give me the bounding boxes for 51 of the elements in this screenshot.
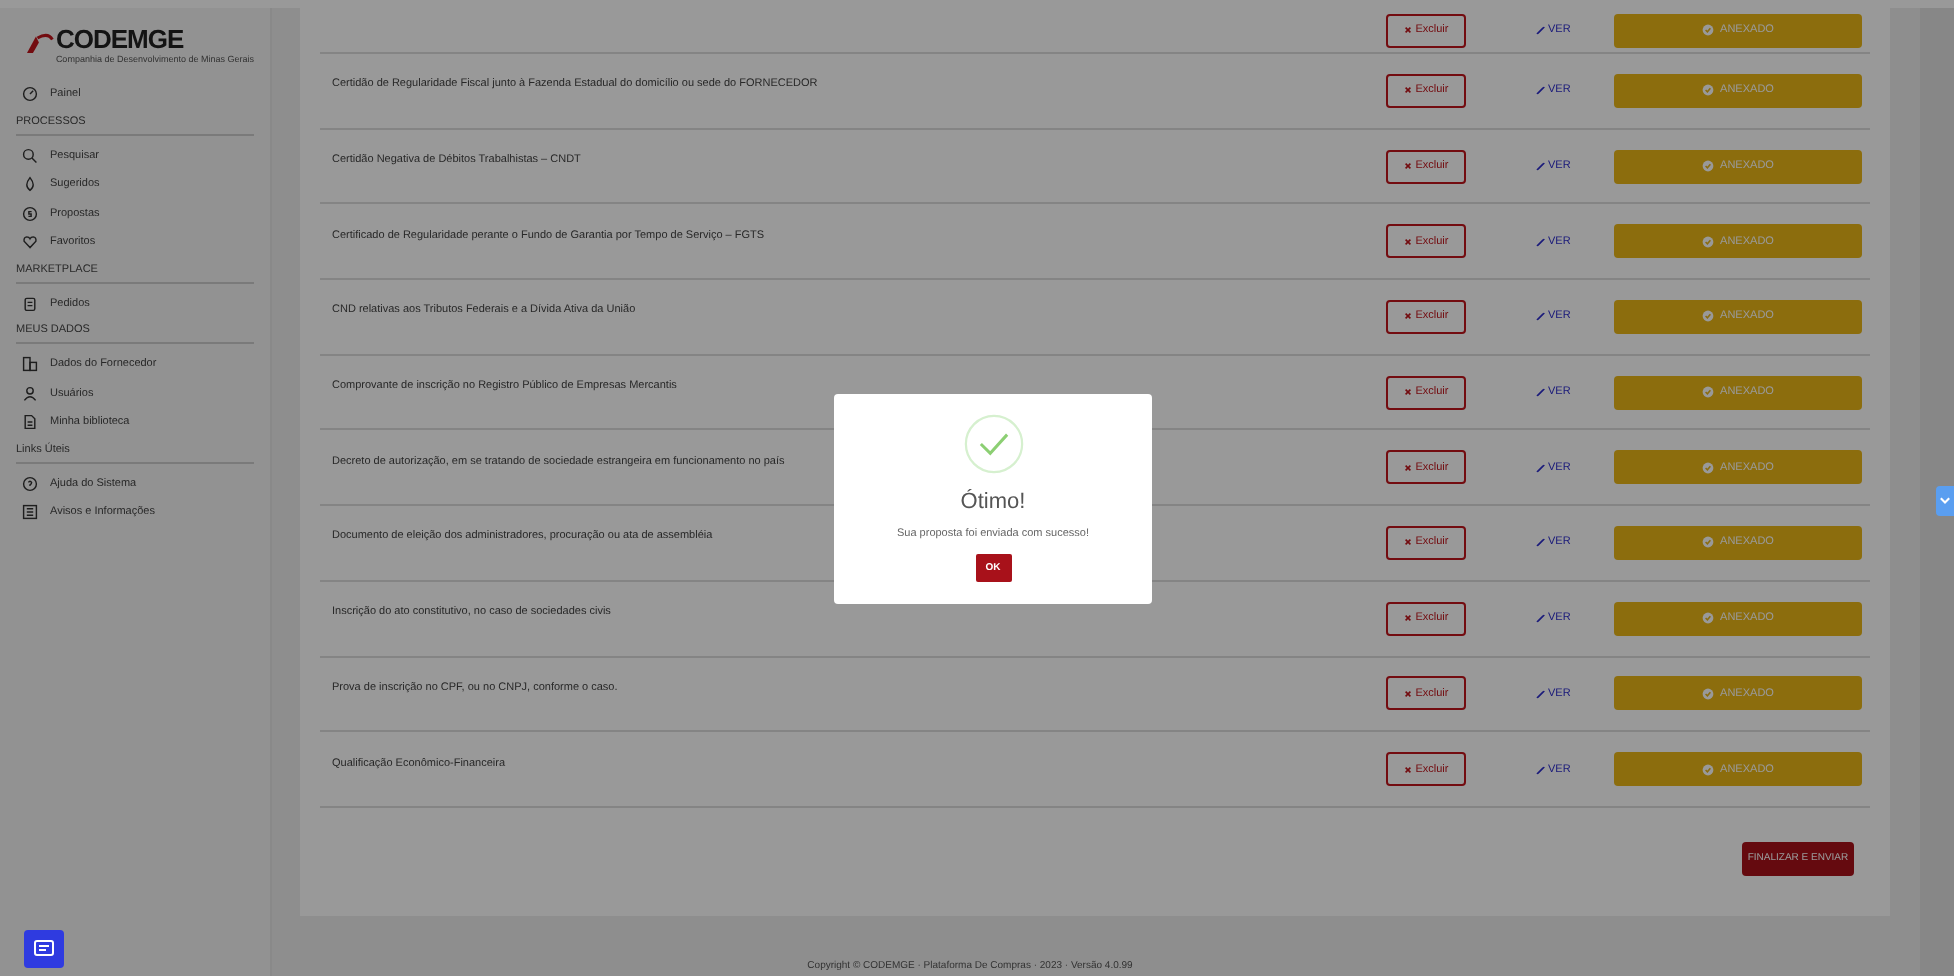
close-icon xyxy=(1403,765,1412,774)
check-circle-icon xyxy=(1702,160,1715,173)
news-icon xyxy=(22,504,38,521)
gauge-icon xyxy=(22,86,38,103)
check-circle-icon xyxy=(1702,386,1715,399)
dollar-icon xyxy=(22,205,38,222)
pencil-icon xyxy=(1534,310,1546,323)
close-icon xyxy=(1403,463,1412,472)
side-tab-button[interactable] xyxy=(1936,486,1954,516)
close-icon xyxy=(1403,614,1412,623)
check-circle-icon xyxy=(1702,612,1715,625)
heart-icon xyxy=(22,234,38,251)
user-icon xyxy=(22,385,38,402)
pencil-icon xyxy=(1534,687,1546,700)
pencil-icon xyxy=(1534,24,1546,36)
check-circle-icon xyxy=(1702,310,1715,323)
close-icon xyxy=(1403,538,1412,547)
close-icon xyxy=(1403,237,1412,246)
pencil-icon xyxy=(1534,763,1546,776)
chat-button[interactable] xyxy=(24,930,64,968)
pencil-icon xyxy=(1534,612,1546,625)
building-icon xyxy=(22,356,38,373)
close-icon xyxy=(1403,312,1412,321)
close-icon xyxy=(1403,689,1412,698)
pencil-icon xyxy=(1534,536,1546,549)
check-circle-icon xyxy=(1702,24,1715,36)
logo-name: CODEMGE xyxy=(55,24,186,54)
dialog-title: Ótimo! xyxy=(960,490,1026,514)
pencil-icon xyxy=(1534,84,1546,97)
close-icon xyxy=(1403,388,1412,397)
pencil-icon xyxy=(1534,461,1546,474)
help-icon xyxy=(22,475,38,492)
drop-icon xyxy=(22,176,38,193)
check-circle-icon xyxy=(1702,84,1715,97)
check-circle-icon xyxy=(1702,235,1715,248)
check-circle-icon xyxy=(1702,536,1715,549)
close-icon xyxy=(1403,86,1412,95)
file-icon xyxy=(22,414,38,431)
clipboard-icon xyxy=(22,295,38,312)
check-circle-icon xyxy=(1702,461,1715,474)
pencil-icon xyxy=(1534,235,1546,248)
close-icon xyxy=(1403,162,1412,171)
chat-icon xyxy=(32,937,56,961)
search-icon xyxy=(22,147,38,164)
close-icon xyxy=(1403,26,1412,34)
chevron-down-icon xyxy=(1938,494,1952,508)
check-circle-icon xyxy=(1702,763,1715,776)
check-circle-icon xyxy=(1702,687,1715,700)
check-circle-icon xyxy=(963,414,1023,474)
pencil-icon xyxy=(1534,386,1546,399)
pencil-icon xyxy=(1534,160,1546,173)
